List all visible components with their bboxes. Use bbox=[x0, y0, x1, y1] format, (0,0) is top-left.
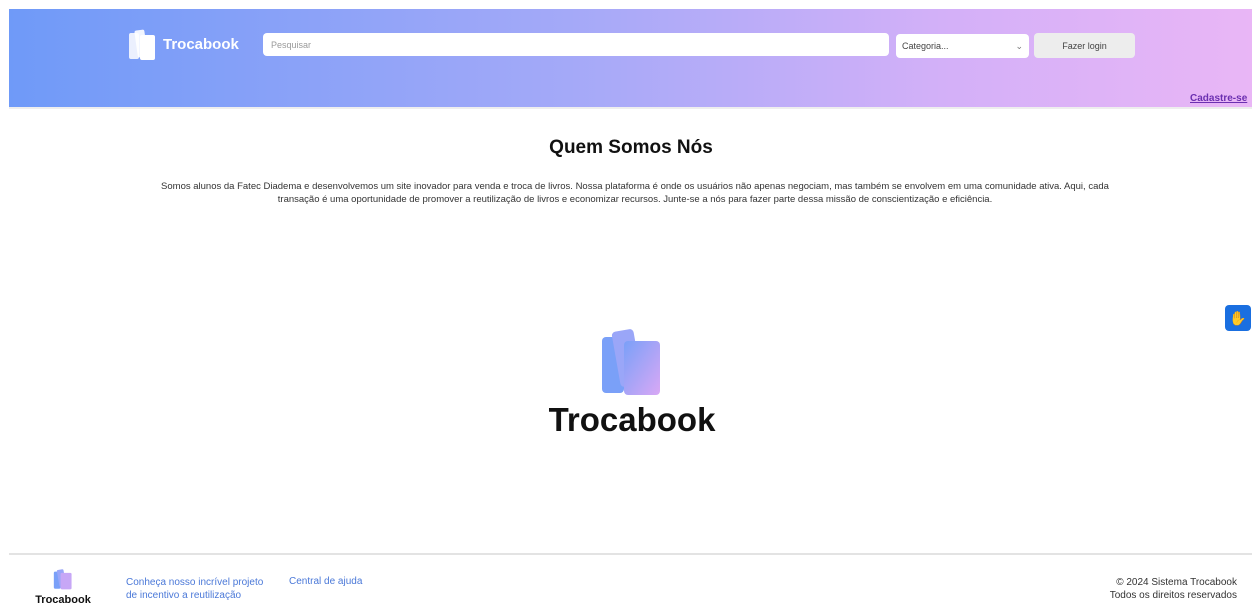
footer-logo[interactable]: Trocabook bbox=[25, 568, 101, 606]
login-button[interactable]: Fazer login bbox=[1034, 33, 1135, 58]
signup-link[interactable]: Cadastre-se bbox=[1190, 93, 1247, 104]
copyright-block: © 2024 Sistema Trocabook Todos os direit… bbox=[1110, 576, 1237, 602]
header-divider bbox=[9, 107, 1252, 109]
copyright-text: © 2024 Sistema Trocabook bbox=[1116, 577, 1237, 588]
brand-logo[interactable]: Trocabook bbox=[127, 27, 239, 61]
center-logo-text: Trocabook bbox=[548, 401, 716, 438]
center-logo: Trocabook bbox=[529, 325, 735, 439]
sign-language-hand-icon: ✋ bbox=[1229, 309, 1247, 326]
search-input[interactable] bbox=[263, 33, 889, 56]
help-center-link[interactable]: Central de ajuda bbox=[289, 576, 362, 587]
top-header: Trocabook Categoria... ⌄ Fazer login Cad… bbox=[9, 9, 1252, 107]
category-selected-value: Categoria... bbox=[902, 41, 949, 51]
footer-divider bbox=[9, 553, 1252, 555]
accessibility-button[interactable]: ✋ bbox=[1225, 305, 1251, 331]
brand-name: Trocabook bbox=[163, 35, 239, 53]
project-link-line1: Conheça nosso incrível projeto bbox=[126, 577, 264, 588]
category-select[interactable]: Categoria... ⌄ bbox=[896, 34, 1029, 58]
rights-text: Todos os direitos reservados bbox=[1109, 590, 1237, 601]
books-icon bbox=[602, 329, 660, 395]
project-link[interactable]: Conheça nosso incrível projeto de incent… bbox=[126, 576, 263, 602]
books-icon bbox=[129, 29, 155, 60]
about-paragraph: Somos alunos da Fatec Diadema e desenvol… bbox=[161, 181, 1109, 205]
page-title: Quem Somos Nós bbox=[549, 137, 713, 158]
chevron-down-icon: ⌄ bbox=[1015, 40, 1023, 51]
footer-brand-name: Trocabook bbox=[35, 594, 91, 606]
project-link-line2: de incentivo a reutilização bbox=[126, 590, 242, 601]
books-icon bbox=[53, 569, 72, 590]
